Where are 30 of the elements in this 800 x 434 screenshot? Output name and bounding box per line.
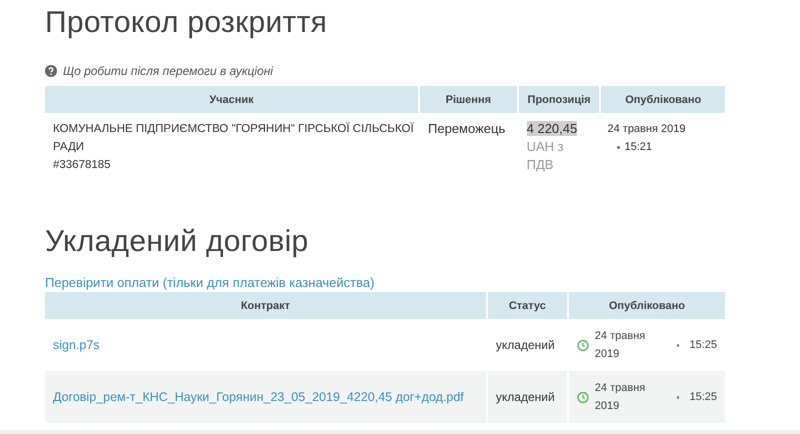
column-header: Контракт <box>45 292 486 319</box>
table-cell-text: Переможець <box>427 120 506 138</box>
currency-note: UAH з ПДВ <box>526 138 565 174</box>
publish-date: 24 травня 2019 <box>594 381 646 414</box>
publish-date: 24 травня 2019 <box>607 122 686 137</box>
help-link[interactable]: Що робити після перемоги в аукціоні <box>63 64 273 78</box>
participant-name: КОМУНАЛЬНЕ ПІДПРИЄМСТВО "ГОРЯНИН" ГІРСЬКОЇ СІЛЬСЬКОЇ РАДИ #33678185 <box>53 121 415 173</box>
bullet-icon <box>676 396 680 398</box>
column-header: Опубліковано <box>601 86 725 113</box>
publish-time: 15:21 <box>624 141 652 153</box>
bullet-icon <box>676 344 680 346</box>
question-icon <box>45 65 57 77</box>
publish-time: 15:25 <box>689 338 717 353</box>
section-title: Укладений договір <box>45 225 310 259</box>
bullet-icon <box>617 146 620 149</box>
clock-icon <box>576 390 589 404</box>
table-cell: укладений <box>488 371 567 423</box>
check-payments-link[interactable]: Перевірити оплати (тільки для платежів казначейства) <box>45 275 374 290</box>
section-title: Протокол розкриття <box>45 6 328 40</box>
column-header: Статус <box>488 292 567 319</box>
publish-date: 24 травня 2019 <box>594 329 646 362</box>
column-header: Пропозиція <box>518 86 600 113</box>
table-cell-text: укладений <box>494 337 556 354</box>
clock-icon <box>576 338 589 352</box>
column-header: Опубліковано <box>568 292 725 319</box>
column-header: Учасник <box>45 86 418 113</box>
file-link[interactable]: sign.p7s <box>53 338 100 352</box>
bid-amount: 4 220,45 <box>526 121 578 136</box>
column-header: Рішення <box>420 86 517 113</box>
publish-time: 15:25 <box>689 390 717 405</box>
